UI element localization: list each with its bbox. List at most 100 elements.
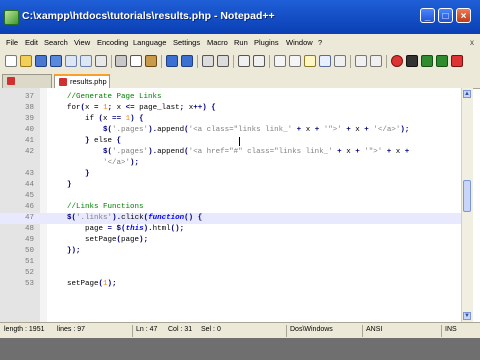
- doc-map-icon[interactable]: [355, 55, 367, 67]
- code-editor[interactable]: 37 //Generate Page Links 38 for(x = 1; x …: [0, 88, 471, 322]
- code-text: }: [67, 181, 72, 189]
- save-icon[interactable]: [35, 55, 47, 67]
- line-number: 50: [24, 247, 34, 255]
- status-selection: Sel : 0: [201, 326, 221, 333]
- code-line[interactable]: 42 $('.pages').append('<a href="#" class…: [0, 147, 471, 158]
- code-line[interactable]: 45: [0, 191, 471, 202]
- code-line[interactable]: 48 page = $(this).html();: [0, 224, 471, 235]
- status-divider: [441, 325, 442, 337]
- code-line[interactable]: 38 for(x = 1; x <= page_last; x++) {: [0, 103, 471, 114]
- indent-guide-icon[interactable]: [319, 55, 331, 67]
- code-line[interactable]: 40 $('.pages').append('<a class="links l…: [0, 125, 471, 136]
- code-line[interactable]: 37 //Generate Page Links: [0, 92, 471, 103]
- line-number: 46: [24, 203, 34, 211]
- menu-run[interactable]: Run: [234, 38, 248, 47]
- stop-macro-icon[interactable]: [406, 55, 418, 67]
- code-line[interactable]: 50 });: [0, 246, 471, 257]
- redo-icon[interactable]: [181, 55, 193, 67]
- code-line[interactable]: 44 }: [0, 180, 471, 191]
- close-button[interactable]: ×: [456, 8, 471, 23]
- menu-encoding[interactable]: Encoding: [97, 38, 128, 47]
- save-macro-icon[interactable]: [451, 55, 463, 67]
- status-divider: [362, 325, 363, 337]
- zoom-out-icon[interactable]: [253, 55, 265, 67]
- run-macro-multiple-icon[interactable]: [436, 55, 448, 67]
- code-line[interactable]: '</a>');: [0, 158, 471, 169]
- menu-file[interactable]: File: [6, 38, 18, 47]
- zoom-in-icon[interactable]: [238, 55, 250, 67]
- code-text: for(x = 1; x <= page_last; x++) {: [49, 104, 216, 112]
- notepad-plus-plus-icon: [4, 10, 19, 25]
- close-all-icon[interactable]: [80, 55, 92, 67]
- code-text: setPage(1);: [49, 280, 117, 288]
- paste-icon[interactable]: [145, 55, 157, 67]
- show-all-chars-icon[interactable]: [304, 55, 316, 67]
- menu-window[interactable]: Window: [286, 38, 313, 47]
- scrollbar-thumb[interactable]: [463, 180, 471, 212]
- status-eol: Dos\Windows: [290, 326, 333, 333]
- tab-label: results.php: [70, 77, 107, 86]
- status-line-number: Ln : 47: [136, 326, 158, 333]
- cut-icon[interactable]: [115, 55, 127, 67]
- toolbar: [0, 51, 480, 74]
- menu-macro[interactable]: Macro: [207, 38, 228, 47]
- tab-untitled[interactable]: [2, 74, 52, 88]
- new-file-icon[interactable]: [5, 55, 17, 67]
- status-divider: [286, 325, 287, 337]
- bottom-band: [0, 338, 480, 360]
- minimize-button[interactable]: _: [420, 8, 435, 23]
- code-text: } else {: [85, 137, 122, 145]
- line-number: 38: [24, 104, 34, 112]
- line-number: 52: [24, 269, 34, 277]
- word-wrap-icon[interactable]: [289, 55, 301, 67]
- status-divider: [132, 325, 133, 337]
- toolbar-separator: [233, 55, 234, 68]
- code-line[interactable]: 43 }: [0, 169, 471, 180]
- file-icon: [59, 78, 67, 86]
- file-icon: [7, 77, 15, 85]
- code-line[interactable]: 51: [0, 257, 471, 268]
- close-document-icon[interactable]: x: [470, 38, 474, 47]
- close-file-icon[interactable]: [65, 55, 77, 67]
- code-text: setPage(page);: [49, 236, 149, 244]
- code-line[interactable]: 41 } else {: [0, 136, 471, 147]
- code-line[interactable]: 49 setPage(page);: [0, 235, 471, 246]
- toolbar-separator: [386, 55, 387, 68]
- save-all-icon[interactable]: [50, 55, 62, 67]
- menu-edit[interactable]: Edit: [25, 38, 38, 47]
- menu-settings[interactable]: Settings: [173, 38, 200, 47]
- menu-view[interactable]: View: [74, 38, 90, 47]
- status-encoding: ANSI: [366, 326, 383, 333]
- open-file-icon[interactable]: [20, 55, 32, 67]
- scroll-up-arrow-icon[interactable]: ▲: [463, 90, 471, 98]
- code-line[interactable]: 53 setPage(1);: [0, 279, 471, 290]
- user-language-icon[interactable]: [334, 55, 346, 67]
- status-insert-mode: INS: [445, 326, 457, 333]
- menu-language[interactable]: Language: [133, 38, 166, 47]
- menu-help[interactable]: ?: [318, 38, 322, 47]
- line-number: 43: [24, 170, 34, 178]
- toolbar-separator: [197, 55, 198, 68]
- scroll-down-arrow-icon[interactable]: ▼: [463, 312, 471, 320]
- print-icon[interactable]: [95, 55, 107, 67]
- record-macro-icon[interactable]: [391, 55, 403, 67]
- replace-icon[interactable]: [217, 55, 229, 67]
- menu-search[interactable]: Search: [44, 38, 68, 47]
- line-number: 51: [24, 258, 34, 266]
- code-line[interactable]: 52: [0, 268, 471, 279]
- maximize-button[interactable]: □: [438, 8, 453, 23]
- sync-scroll-icon[interactable]: [274, 55, 286, 67]
- play-macro-icon[interactable]: [421, 55, 433, 67]
- code-line[interactable]: 47 $('.links').click(function() {: [0, 213, 471, 224]
- tab-results-php[interactable]: results.php: [54, 74, 110, 88]
- tab-bar: results.php: [0, 73, 480, 89]
- code-line[interactable]: 39 if (x == 1) {: [0, 114, 471, 125]
- undo-icon[interactable]: [166, 55, 178, 67]
- copy-icon[interactable]: [130, 55, 142, 67]
- function-list-icon[interactable]: [370, 55, 382, 67]
- line-number: 45: [24, 192, 34, 200]
- code-line[interactable]: 46 //Links Functions: [0, 202, 471, 213]
- menu-plugins[interactable]: Plugins: [254, 38, 279, 47]
- code-text: //Links Functions: [49, 203, 144, 211]
- find-icon[interactable]: [202, 55, 214, 67]
